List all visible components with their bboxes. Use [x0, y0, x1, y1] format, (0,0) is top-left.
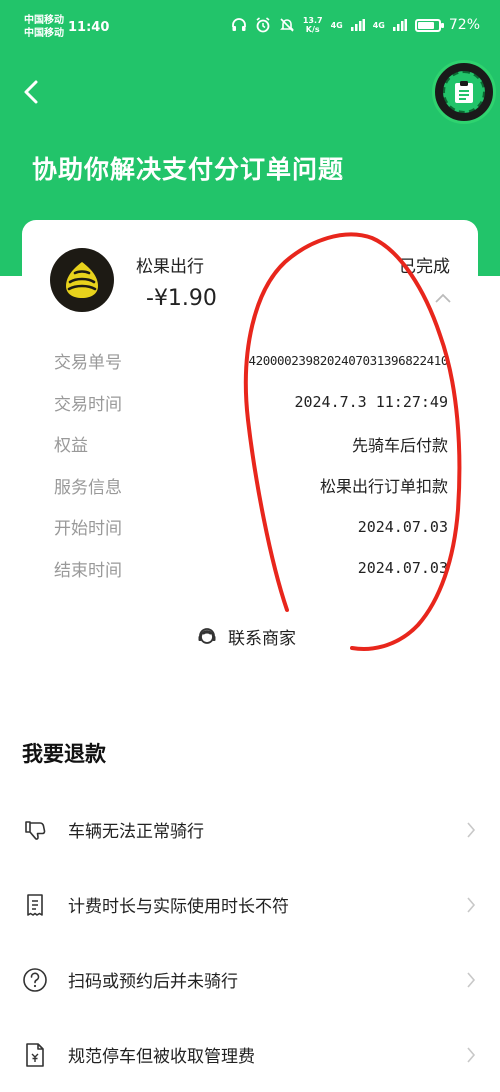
refund-reason-label: 车辆无法正常骑行 — [68, 822, 204, 842]
refund-reason-item[interactable]: 车辆无法正常骑行 — [0, 792, 500, 867]
detail-key: 交易时间 — [54, 394, 122, 415]
chevron-left-icon — [24, 80, 38, 104]
detail-key: 交易单号 — [54, 353, 122, 374]
speed-value: 13.7 — [302, 16, 323, 25]
refund-reason-item[interactable]: 计费时长与实际使用时长不符 — [0, 867, 500, 942]
refund-reason-label: 规范停车但被收取管理费 — [68, 1047, 255, 1067]
carrier-1: 中国移动 — [24, 15, 64, 26]
refund-section-title: 我要退款 — [22, 742, 106, 766]
order-status: 已完成 — [399, 257, 450, 277]
network-type-1: 4G — [330, 20, 343, 30]
pinecone-logo-icon — [66, 262, 98, 298]
refund-reason-item[interactable]: 扫码或预约后并未骑行 — [0, 942, 500, 1017]
status-time: 11:40 — [68, 20, 110, 35]
carrier-names: 中国移动 中国移动 — [24, 14, 64, 40]
back-button[interactable] — [18, 74, 48, 110]
signal-icon — [350, 19, 365, 31]
chevron-right-icon — [467, 1046, 476, 1063]
chevron-up-icon[interactable] — [434, 292, 452, 304]
status-icons: 13.7 K/s 4G 4G 72% — [231, 16, 480, 34]
chevron-right-icon — [467, 971, 476, 988]
detail-row-time: 交易时间 2024.7.3 11:27:49 — [54, 382, 448, 424]
floating-clipboard-button[interactable] — [432, 60, 496, 124]
detail-key: 开始时间 — [54, 519, 122, 540]
signal-icon — [392, 19, 407, 31]
detail-row-service: 服务信息 松果出行订单扣款 — [54, 465, 448, 507]
refund-reason-label: 扫码或预约后并未骑行 — [68, 972, 238, 992]
carrier-2: 中国移动 — [24, 28, 64, 39]
detail-row-benefit: 权益 先骑车后付款 — [54, 423, 448, 465]
detail-key: 结束时间 — [54, 560, 122, 581]
order-details: 交易单号 4200002398202407031396822410 交易时间 2… — [54, 340, 448, 589]
refund-reason-item[interactable]: 规范停车但被收取管理费 — [0, 1017, 500, 1092]
headphones-icon — [231, 18, 246, 31]
detail-row-end: 结束时间 2024.07.03 — [54, 548, 448, 590]
battery-percent: 72% — [448, 17, 480, 33]
receipt-icon — [22, 892, 48, 918]
network-speed: 13.7 K/s — [303, 16, 323, 34]
status-bar: 中国移动 中国移动 11:40 13.7 K/s 4G 4G 72% — [0, 0, 500, 56]
detail-value: 2024.07.03 — [357, 559, 448, 578]
battery-fill — [417, 21, 434, 29]
battery-icon — [414, 18, 444, 32]
merchant-name: 松果出行 — [136, 257, 204, 277]
clipboard-icon — [455, 81, 473, 103]
chevron-right-icon — [467, 896, 476, 913]
detail-row-start: 开始时间 2024.07.03 — [54, 506, 448, 548]
order-card: 松果出行 -¥1.90 已完成 交易单号 4200002398202407031… — [22, 220, 478, 672]
detail-value: 先骑车后付款 — [351, 435, 448, 455]
refund-reason-list: 车辆无法正常骑行 计费时长与实际使用时长不符 扫码或预约后并未骑行 规范停车但被… — [0, 792, 500, 1092]
detail-value: 2024.7.3 11:27:49 — [294, 393, 448, 412]
merchant-logo — [50, 248, 114, 312]
floating-button-inner — [443, 71, 485, 113]
speed-unit: K/s — [305, 25, 320, 34]
customer-service-icon — [198, 627, 216, 644]
detail-value: 2024.07.03 — [357, 517, 448, 536]
detail-row-order-id: 交易单号 4200002398202407031396822410 — [54, 340, 448, 382]
thumbs-down-icon — [22, 817, 48, 843]
contact-merchant-label: 联系商家 — [228, 629, 296, 649]
detail-key: 服务信息 — [54, 477, 122, 498]
alarm-icon — [256, 17, 270, 33]
refund-reason-label: 计费时长与实际使用时长不符 — [68, 897, 289, 917]
contact-merchant-button[interactable]: 联系商家 — [196, 624, 296, 649]
order-amount: -¥1.90 — [146, 286, 217, 311]
detail-value: 松果出行订单扣款 — [319, 477, 448, 497]
yuan-document-icon — [22, 1042, 48, 1068]
detail-key: 权益 — [54, 436, 88, 457]
chevron-right-icon — [467, 821, 476, 838]
question-icon — [22, 967, 48, 993]
network-type-2: 4G — [372, 20, 385, 30]
page-title: 协助你解决支付分订单问题 — [32, 155, 345, 184]
mute-icon — [279, 18, 294, 32]
detail-value: 4200002398202407031396822410 — [248, 353, 448, 369]
